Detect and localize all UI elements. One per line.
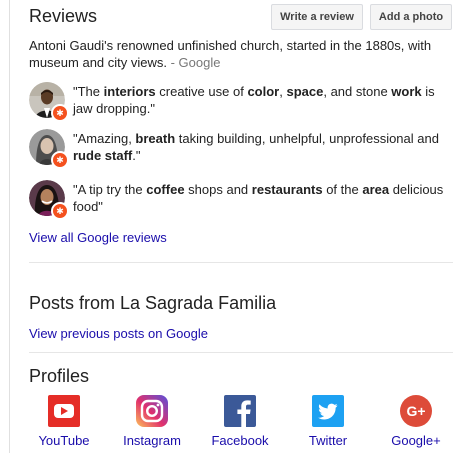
local-guide-badge: ✱: [51, 202, 69, 220]
section-divider: [29, 262, 453, 263]
profile-label: Google+: [391, 433, 441, 448]
profile-youtube[interactable]: YouTube: [32, 395, 96, 448]
view-all-reviews-link[interactable]: View all Google reviews: [29, 230, 167, 245]
review-keyword: rude staff: [73, 148, 133, 163]
twitter-icon: [312, 395, 344, 427]
profile-twitter[interactable]: Twitter: [296, 395, 360, 448]
review-keyword: color: [247, 84, 280, 99]
summary-text: Antoni Gaudi's renowned unfinished churc…: [29, 38, 432, 70]
instagram-icon: [136, 395, 168, 427]
review-text: "Amazing, breath taking building, unhelp…: [73, 130, 451, 164]
review-item[interactable]: ✱ "A tip try the coffee shops and restau…: [29, 180, 449, 220]
write-review-button[interactable]: Write a review: [271, 4, 363, 30]
review-text-part: .": [132, 148, 141, 163]
left-divider: [9, 0, 10, 453]
review-text-part: "A tip try the: [73, 182, 147, 197]
local-guide-badge: ✱: [51, 104, 69, 122]
review-keyword: breath: [135, 131, 176, 146]
posts-heading: Posts from La Sagrada Familia: [29, 293, 277, 313]
profile-label: Facebook: [211, 433, 269, 448]
review-text-part: "The: [73, 84, 104, 99]
view-previous-posts-link[interactable]: View previous posts on Google: [29, 326, 208, 341]
local-guide-badge: ✱: [51, 151, 69, 169]
profile-instagram[interactable]: Instagram: [120, 395, 184, 448]
profile-label: Twitter: [308, 433, 348, 448]
summary-source: - Google: [167, 55, 221, 70]
svg-text:G+: G+: [406, 403, 425, 419]
review-keyword: space: [286, 84, 324, 99]
review-keyword: interiors: [103, 84, 156, 99]
facebook-icon: [224, 395, 256, 427]
review-text: "The interiors creative use of color, sp…: [73, 83, 451, 117]
profile-facebook[interactable]: Facebook: [208, 395, 272, 448]
review-item[interactable]: ✱ "Amazing, breath taking building, unhe…: [29, 129, 449, 169]
review-text-part: shops and: [184, 182, 252, 197]
profile-label: YouTube: [38, 433, 90, 448]
review-keyword: work: [391, 84, 422, 99]
youtube-icon: [48, 395, 80, 427]
reviews-heading: Reviews: [29, 6, 98, 26]
review-text-part: of the: [322, 182, 363, 197]
place-summary: Antoni Gaudi's renowned unfinished churc…: [29, 37, 449, 71]
review-text: "A tip try the coffee shops and restaura…: [73, 181, 451, 215]
review-text-part: , and stone: [323, 84, 392, 99]
review-keyword: area: [362, 182, 390, 197]
profile-label: Instagram: [123, 433, 181, 448]
review-keyword: restaurants: [251, 182, 323, 197]
profile-google-plus[interactable]: G+ Google+: [384, 395, 448, 448]
review-text-part: creative use of: [155, 84, 248, 99]
profiles-heading: Profiles: [29, 366, 90, 386]
review-text-part: taking building, unhelpful, unprofession…: [175, 131, 439, 146]
review-item[interactable]: ✱ "The interiors creative use of color, …: [29, 82, 449, 122]
section-divider: [29, 352, 453, 353]
add-photo-button[interactable]: Add a photo: [370, 4, 452, 30]
google-plus-icon: G+: [400, 395, 432, 427]
review-text-part: "Amazing,: [73, 131, 136, 146]
review-keyword: coffee: [146, 182, 185, 197]
